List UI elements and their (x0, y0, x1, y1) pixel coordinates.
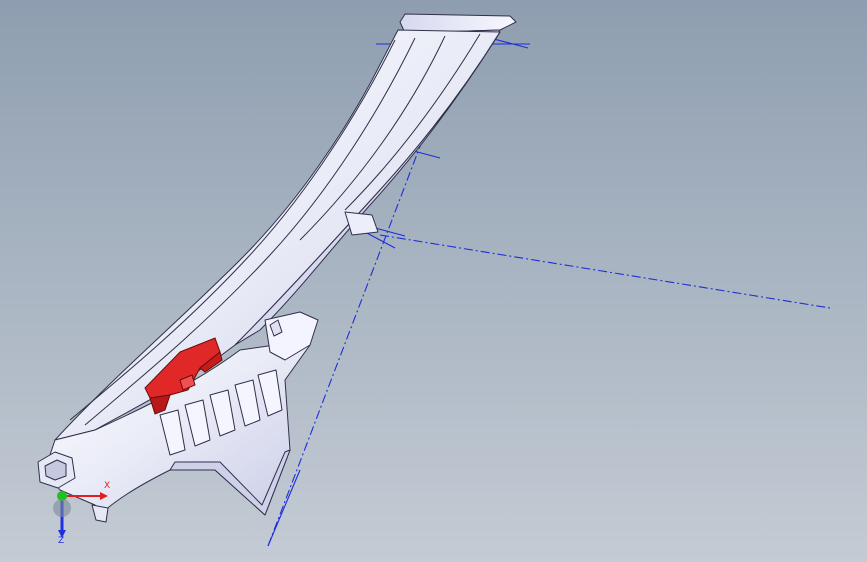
z-axis-label: Z (58, 536, 65, 546)
x-axis-label: X (104, 481, 111, 491)
model-scene[interactable] (0, 0, 867, 562)
triad-shadow (53, 499, 71, 517)
graphics-viewport[interactable]: X Z (0, 0, 867, 562)
sketch-tick-2 (364, 231, 396, 249)
x-axis-head (100, 492, 108, 500)
side-clip (344, 211, 379, 236)
part-body[interactable] (37, 13, 517, 523)
sketch-tick-3 (374, 227, 406, 237)
coordinate-triad: X Z (40, 478, 120, 548)
mount-bracket (264, 311, 319, 361)
sketch-axis-line-2 (379, 234, 831, 309)
